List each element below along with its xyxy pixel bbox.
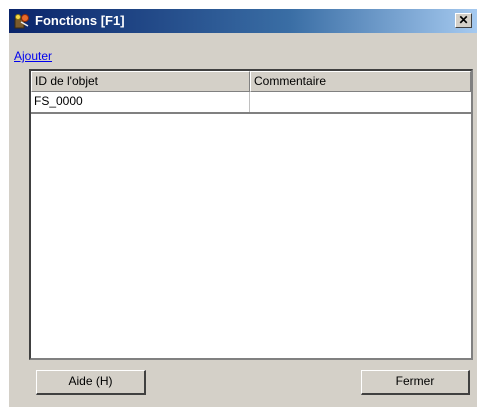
- close-button[interactable]: Fermer: [361, 370, 470, 395]
- functions-app-icon: [14, 14, 29, 29]
- column-header-comment[interactable]: Commentaire: [250, 71, 471, 92]
- cell-object-id[interactable]: FS_0000: [31, 92, 250, 112]
- title-bar[interactable]: Fonctions [F1] ✕: [9, 9, 477, 33]
- functions-dialog: Fonctions [F1] ✕ Ajouter ID de l'objet C…: [8, 8, 477, 407]
- cell-comment[interactable]: [250, 92, 471, 112]
- close-icon[interactable]: ✕: [455, 13, 472, 28]
- window-title: Fonctions [F1]: [35, 13, 125, 28]
- functions-table[interactable]: ID de l'objet Commentaire FS_0000: [29, 69, 473, 360]
- help-button[interactable]: Aide (H): [36, 370, 146, 395]
- table-row[interactable]: FS_0000: [31, 92, 471, 114]
- column-header-object-id[interactable]: ID de l'objet: [31, 71, 250, 92]
- table-header: ID de l'objet Commentaire: [31, 71, 471, 92]
- add-link[interactable]: Ajouter: [14, 49, 52, 63]
